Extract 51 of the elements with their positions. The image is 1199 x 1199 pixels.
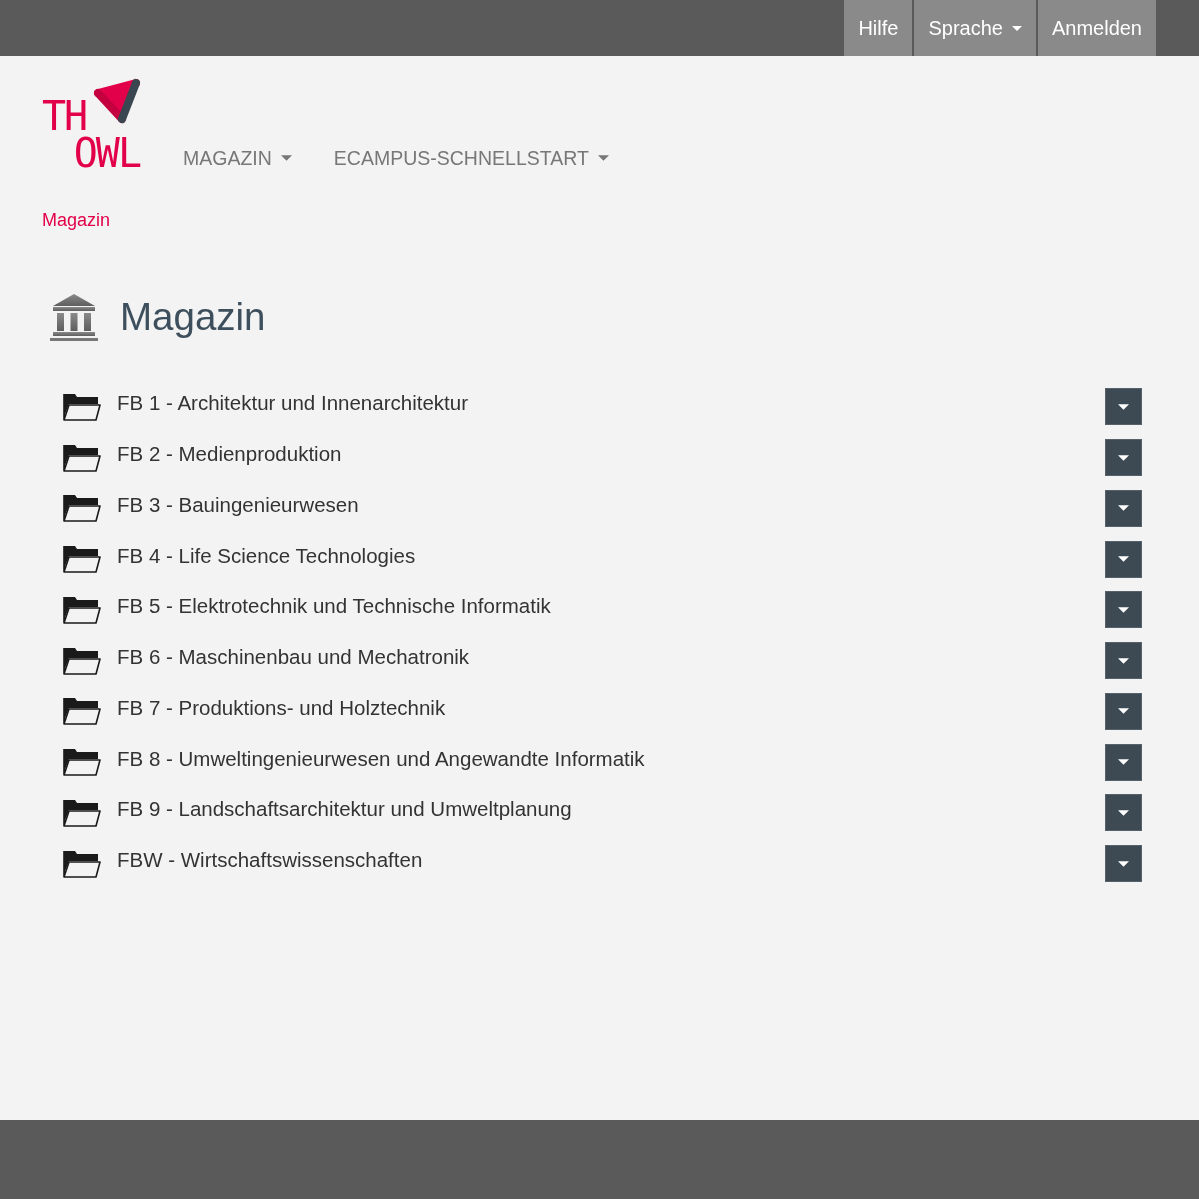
caret-icon bbox=[280, 155, 292, 161]
category-link[interactable]: FB 9 - Landschaftsarchitektur und Umweltplanung bbox=[117, 796, 572, 823]
dropdown-toggle-button[interactable] bbox=[1105, 692, 1142, 730]
building-columns-icon bbox=[50, 293, 98, 341]
folder-icon bbox=[63, 798, 101, 827]
logo-text: OWL bbox=[73, 138, 140, 168]
dropdown-toggle-button[interactable] bbox=[1105, 388, 1142, 426]
folder-icon bbox=[63, 494, 101, 523]
page-title: Magazin bbox=[120, 295, 266, 339]
folder-icon bbox=[63, 697, 101, 726]
caret-icon bbox=[1118, 708, 1129, 715]
caret-icon bbox=[1118, 860, 1129, 867]
breadcrumb-link[interactable]: Magazin bbox=[42, 208, 111, 232]
triangle-logo-icon bbox=[93, 78, 141, 124]
caret-icon bbox=[1118, 403, 1129, 410]
folder-icon bbox=[63, 595, 101, 624]
caret-icon bbox=[597, 155, 609, 161]
dropdown-toggle-button[interactable] bbox=[1105, 591, 1142, 629]
category-link[interactable]: FB 3 - Bauingenieurwesen bbox=[117, 491, 359, 518]
caret-icon bbox=[1118, 505, 1129, 512]
dropdown-toggle-button[interactable] bbox=[1105, 845, 1142, 883]
category-link[interactable]: FB 2 - Medienproduktion bbox=[117, 441, 342, 468]
category-link[interactable]: FB 8 - Umweltingenieurwesen und Angewandte Informatik bbox=[117, 745, 645, 772]
folder-icon bbox=[63, 849, 101, 878]
dropdown-toggle-button[interactable] bbox=[1105, 489, 1142, 527]
caret-icon bbox=[1118, 657, 1129, 664]
caret-icon bbox=[1118, 606, 1129, 613]
folder-icon bbox=[63, 748, 101, 777]
category-link[interactable]: FBW - Wirtschaftswissenschaften bbox=[117, 847, 423, 874]
folder-icon bbox=[63, 646, 101, 675]
caret-icon bbox=[1118, 556, 1129, 563]
nav-menu-item[interactable]: ECAMPUS-SCHNELLSTART bbox=[333, 147, 609, 169]
folder-icon bbox=[63, 392, 101, 421]
category-link[interactable]: FB 7 - Produktions- und Holztechnik bbox=[117, 694, 446, 721]
category-link[interactable]: FB 4 - Life Science Technologies bbox=[117, 542, 416, 569]
category-link[interactable]: FB 1 - Architektur und Innenarchitektur bbox=[117, 390, 468, 417]
caret-icon bbox=[1118, 759, 1129, 766]
dropdown-toggle-button[interactable] bbox=[1105, 743, 1142, 781]
category-link[interactable]: FB 6 - Maschinenbau und Mechatronik bbox=[117, 644, 470, 671]
folder-icon bbox=[63, 545, 101, 574]
category-link[interactable]: FB 5 - Elektrotechnik und Technische Informatik bbox=[117, 593, 551, 620]
caret-icon bbox=[1118, 809, 1129, 816]
dropdown-toggle-button[interactable] bbox=[1105, 642, 1142, 680]
folder-icon bbox=[63, 443, 101, 472]
logo-text: TH bbox=[42, 101, 87, 131]
dropdown-toggle-button[interactable] bbox=[1105, 794, 1142, 832]
dropdown-toggle-button[interactable] bbox=[1105, 540, 1142, 578]
nav-menu-item[interactable]: MAGAZIN bbox=[183, 147, 292, 169]
caret-icon bbox=[1118, 454, 1129, 461]
dropdown-toggle-button[interactable] bbox=[1105, 439, 1142, 477]
caret-icon bbox=[1011, 25, 1022, 31]
